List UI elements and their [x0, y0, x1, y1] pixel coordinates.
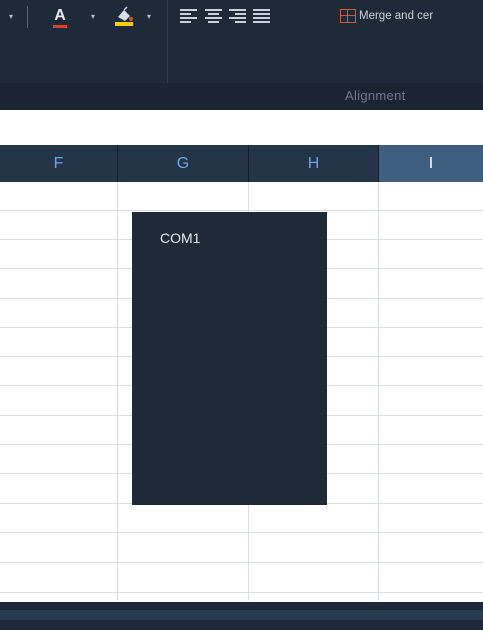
- column-header-i[interactable]: I: [379, 145, 483, 182]
- font-color-icon: A: [53, 8, 67, 28]
- column-header-h[interactable]: H: [249, 145, 379, 182]
- align-left-button[interactable]: [178, 4, 198, 28]
- row-line: [0, 210, 483, 211]
- align-center-icon: [204, 9, 222, 23]
- align-center-button[interactable]: [203, 4, 223, 28]
- align-right-button[interactable]: [227, 4, 247, 28]
- merge-label: Merge and cer: [359, 10, 434, 22]
- justify-icon: [252, 9, 270, 23]
- column-header-g[interactable]: G: [118, 145, 249, 182]
- fill-color-button[interactable]: [108, 4, 140, 28]
- dropdown-item-com1[interactable]: COM1: [160, 230, 200, 246]
- column-divider: [378, 182, 379, 600]
- font-color-dropdown[interactable]: ▾: [88, 4, 98, 28]
- fill-color-dropdown[interactable]: ▾: [144, 4, 154, 28]
- align-right-icon: [228, 9, 246, 23]
- align-left-icon: [179, 9, 197, 23]
- font-color-button[interactable]: A: [48, 4, 72, 28]
- scrollbar-track: [0, 610, 483, 620]
- column-header-f[interactable]: F: [0, 145, 118, 182]
- validation-dropdown-list[interactable]: COM1: [132, 212, 327, 505]
- row-line: [0, 592, 483, 593]
- row-line: [0, 562, 483, 563]
- row-line: [0, 532, 483, 533]
- ribbon-group-footer: [0, 83, 483, 110]
- bottom-edge: [0, 630, 483, 636]
- separator: [27, 6, 28, 28]
- justify-button[interactable]: [251, 4, 271, 28]
- alignment-group-label: Alignment: [345, 88, 406, 103]
- merge-and-center-button[interactable]: Merge and cer: [340, 4, 483, 28]
- fill-bucket-icon: [115, 6, 133, 26]
- merge-cells-icon: [340, 9, 356, 23]
- column-divider: [117, 182, 118, 600]
- ribbon: ▾ A ▾ ▾ Merge and cer Alignment: [0, 0, 483, 110]
- column-header-row: F G H I: [0, 145, 483, 182]
- dropdown-arrow[interactable]: ▾: [6, 4, 16, 28]
